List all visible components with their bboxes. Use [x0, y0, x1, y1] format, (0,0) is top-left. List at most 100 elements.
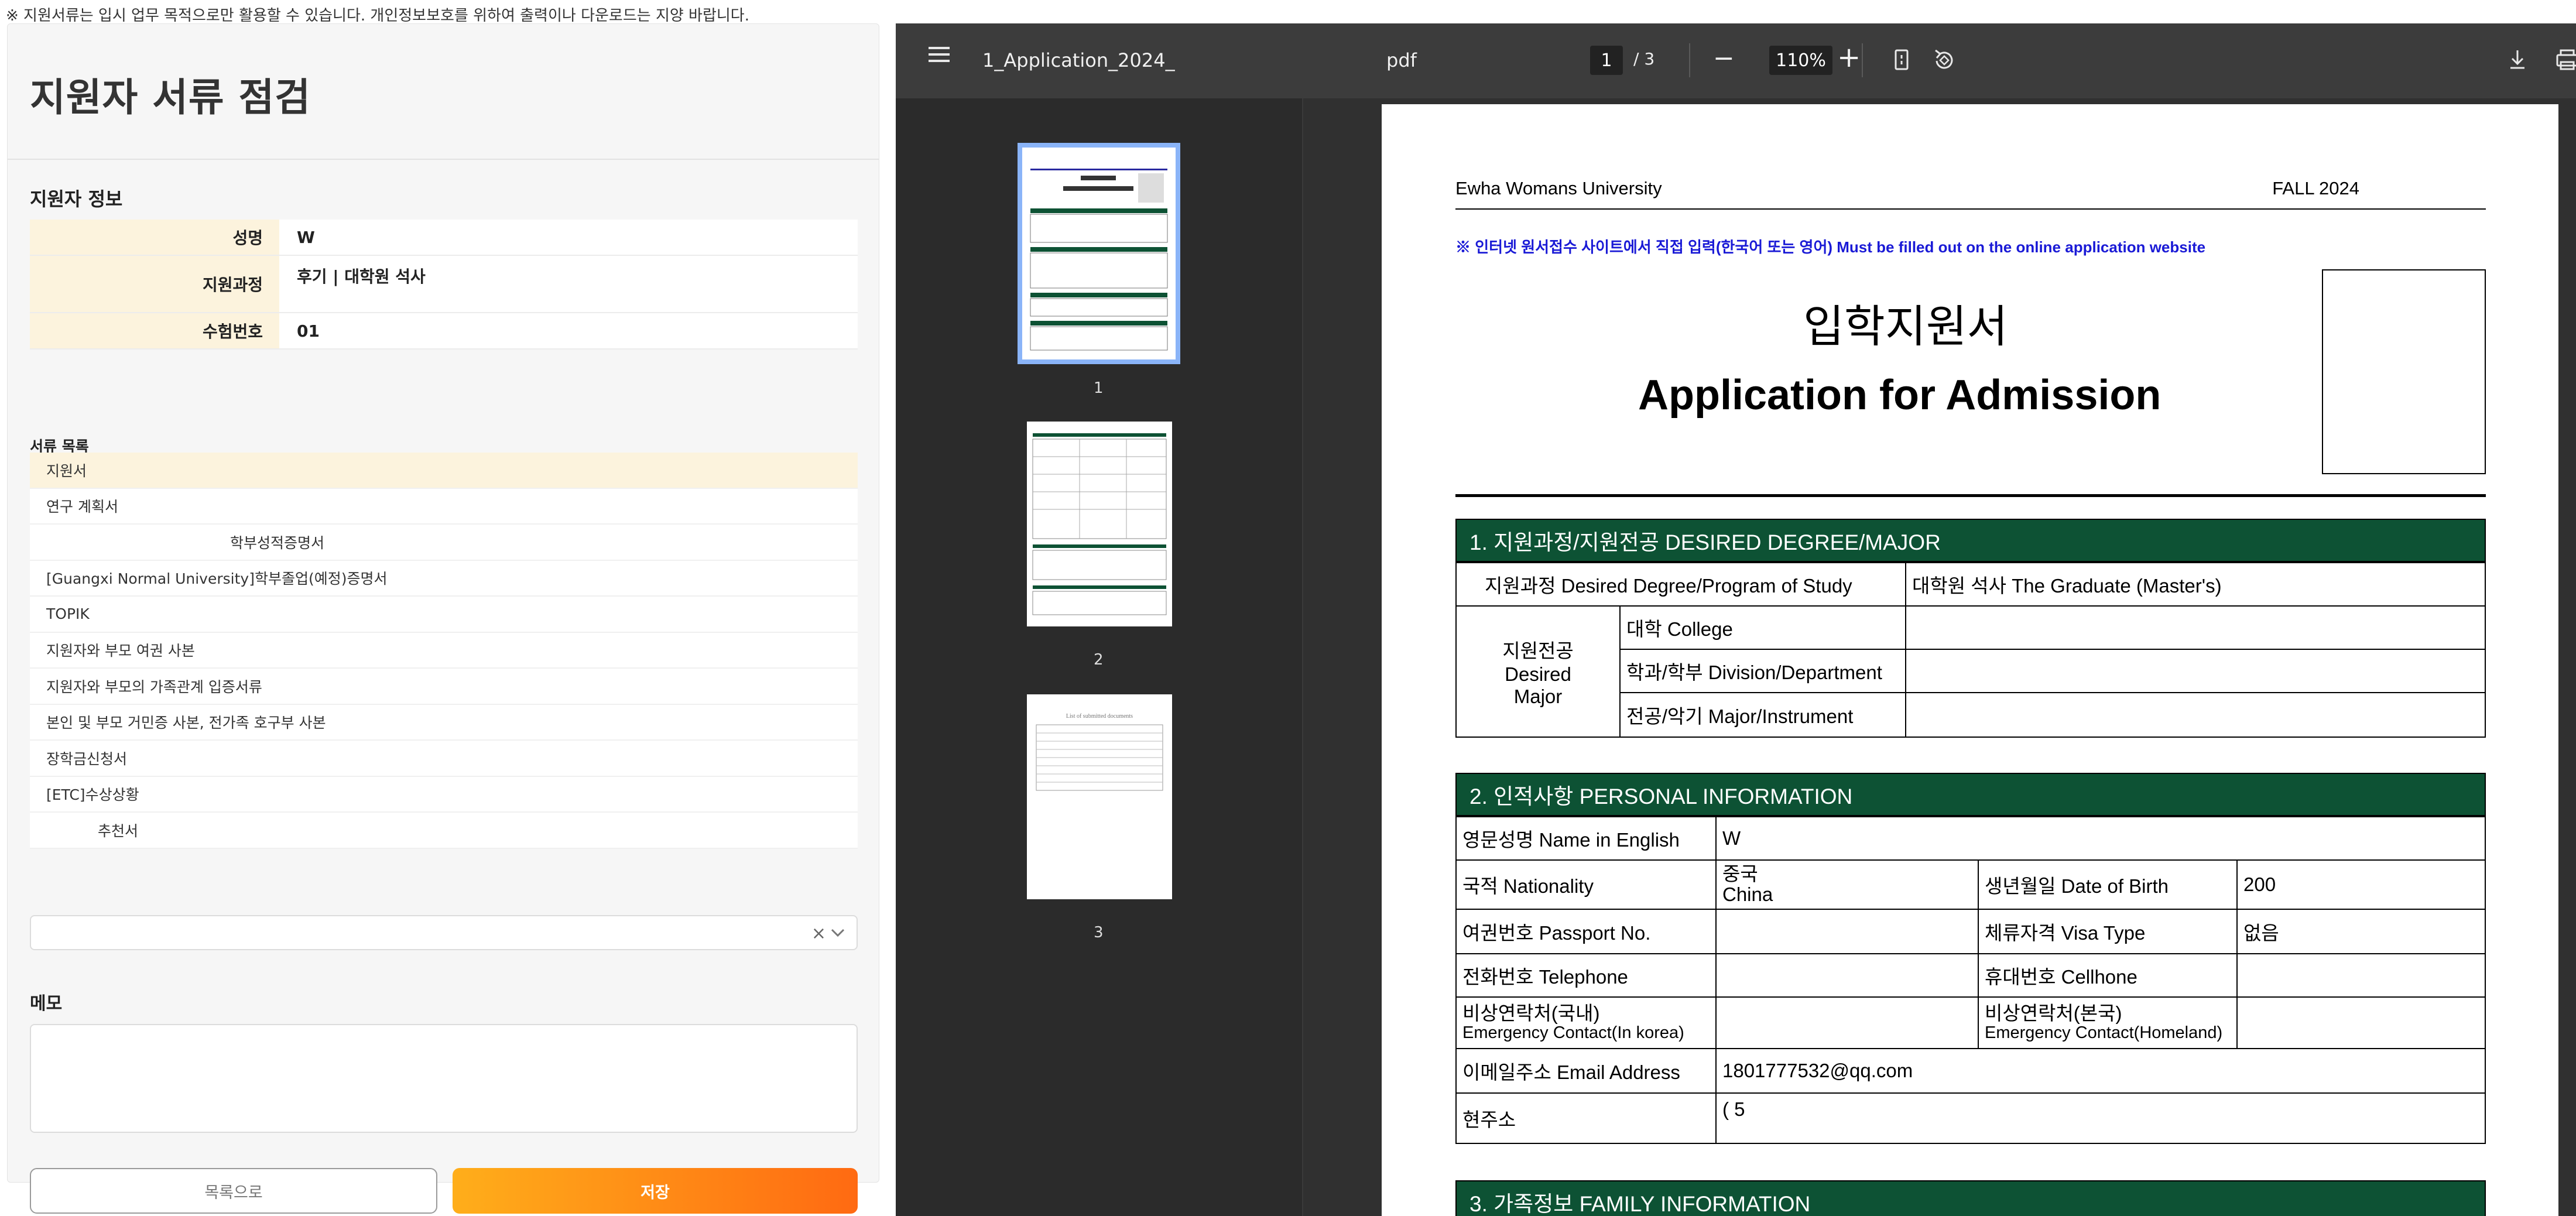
thumbnail-label: 1 [1094, 379, 1104, 397]
thumbnail-sidebar: 1 2 List of submitted documents 3 [896, 98, 1303, 1216]
info-row-exam-number: 수험번호 01 [30, 313, 858, 350]
section-header: 3. 가족정보 FAMILY INFORMATION [1455, 1180, 2486, 1216]
privacy-notice: ※ 지원서류는 입시 업무 목적으로만 활용할 수 있습니다. 개인정보보호를 … [6, 7, 749, 25]
info-row-program: 지원과정 후기 | 대학원 석사 [30, 256, 858, 313]
toolbar-divider [1862, 43, 1863, 77]
section-header: 1. 지원과정/지원전공 DESIRED DEGREE/MAJOR [1455, 519, 2486, 562]
form-label: Major [1513, 686, 1563, 707]
form-label: Desired [1505, 663, 1571, 685]
emergency-contact-korea-label: 비상연락처(국내) Emergency Contact(In korea) [1455, 996, 1717, 1049]
memo-textarea[interactable] [30, 1024, 858, 1133]
title-rule [1455, 494, 2486, 497]
list-item[interactable]: 학부성적증명서 [30, 525, 858, 561]
zoom-in-button[interactable]: + [1837, 41, 1861, 74]
form-value [1905, 605, 2486, 650]
info-value: W [279, 220, 858, 255]
form-label: 국적 Nationality [1455, 859, 1717, 910]
form-label: 휴대번호 Cellhone [1978, 953, 2238, 998]
form-value: 200 [2236, 859, 2486, 910]
form-value: China [1722, 883, 1773, 905]
list-item[interactable]: TOPIK [30, 597, 858, 633]
list-item[interactable]: 지원서 [30, 453, 858, 489]
list-item[interactable]: 지원자와 부모의 가족관계 입증서류 [30, 669, 858, 705]
viewer-toolbar: 1_Application_2024_ pdf 1 / 3 − 110% + [896, 23, 2576, 98]
thumbnail-preview [1030, 169, 1168, 351]
save-button[interactable]: 저장 [453, 1168, 858, 1214]
desired-major-label: 지원전공 Desired Major [1455, 605, 1621, 738]
form-value: 없음 [2236, 909, 2486, 954]
zoom-out-button[interactable]: − [1713, 43, 1735, 73]
form-label: 대학 College [1619, 605, 1906, 650]
list-item[interactable]: 장학금신청서 [30, 741, 858, 777]
page-thumbnail-1[interactable] [1018, 143, 1180, 364]
form-label: 전공/악기 Major/Instrument [1619, 692, 1906, 738]
form-label: 비상연락처(본국) [1985, 1002, 2122, 1025]
form-label: 영문성명 Name in English [1455, 816, 1717, 861]
list-item[interactable]: 지원자와 부모 여권 사본 [30, 632, 858, 669]
university-name: Ewha Womans University [1455, 178, 1662, 198]
page-number-input[interactable]: 1 [1590, 46, 1623, 75]
form-value: W [1715, 816, 2486, 861]
list-item[interactable]: 추천서 [30, 813, 858, 849]
form-label: Emergency Contact(Homeland) [1985, 1023, 2223, 1043]
page-title: 지원자 서류 점검 [30, 75, 311, 120]
list-item[interactable]: [ETC]수상상황 [30, 776, 858, 813]
pdf-viewer: 1_Application_2024_ pdf 1 / 3 − 110% + 1… [896, 23, 2576, 1216]
applicant-info-table: 성명 W 지원과정 후기 | 대학원 석사 수험번호 01 [30, 220, 858, 350]
rotate-icon[interactable] [1927, 43, 1960, 76]
header-rule [1455, 208, 2486, 210]
menu-icon[interactable] [929, 47, 950, 64]
fit-page-icon[interactable] [1885, 43, 1918, 76]
file-type: pdf [1386, 49, 1417, 71]
status-select[interactable]: × [30, 915, 858, 950]
form-label: 비상연락처(국내) [1462, 1002, 1600, 1025]
info-value: 후기 | 대학원 석사 [279, 256, 858, 312]
form-value: ( 5 [1715, 1092, 2486, 1144]
form-label: 여권번호 Passport No. [1455, 909, 1717, 954]
form-value: 중국 [1722, 863, 1758, 885]
download-icon[interactable] [2501, 43, 2534, 76]
chevron-down-icon[interactable] [830, 924, 846, 941]
form-label: 체류자격 Visa Type [1978, 909, 2238, 954]
form-value [1715, 953, 1979, 998]
page-thumbnail-2[interactable] [1027, 422, 1172, 626]
form-value [1905, 692, 2486, 738]
zoom-level-input[interactable]: 110% [1769, 46, 1832, 75]
info-value: 01 [279, 313, 858, 348]
form-value [2236, 953, 2486, 998]
form-value [1715, 996, 1979, 1049]
emergency-contact-homeland-label: 비상연락처(본국) Emergency Contact(Homeland) [1978, 996, 2238, 1049]
info-row-name: 성명 W [30, 220, 858, 256]
page-thumbnail-3[interactable]: List of submitted documents [1027, 694, 1172, 899]
clear-icon[interactable]: × [811, 923, 826, 944]
page-total: / 3 [1633, 49, 1655, 68]
memo-title: 메모 [30, 994, 63, 1014]
form-label: 전화번호 Telephone [1455, 953, 1717, 998]
form-label: 지원과정 Desired Degree/Program of Study [1455, 562, 1906, 607]
form-value: 대학원 석사 The Graduate (Master's) [1905, 562, 2486, 607]
list-item[interactable]: 본인 및 부모 거민증 사본, 전가족 호구부 사본 [30, 704, 858, 741]
form-value [2236, 996, 2486, 1049]
thumbnail-preview: List of submitted documents [1036, 713, 1163, 791]
photo-box [2322, 269, 2486, 474]
info-label: 수험번호 [30, 313, 279, 348]
form-value: 1801777532@qq.com [1715, 1048, 2486, 1094]
title-divider [8, 159, 879, 160]
section-header: 2. 인적사항 PERSONAL INFORMATION [1455, 773, 2486, 816]
list-item[interactable]: [Guangxi Normal University]학부졸업(예정)증명서 [30, 560, 858, 597]
form-label: 지원전공 [1502, 640, 1574, 662]
applicant-review-panel: 지원자 서류 점검 지원자 정보 성명 W 지원과정 후기 | 대학원 석사 수… [7, 23, 879, 1214]
list-item[interactable]: 연구 계획서 [30, 488, 858, 525]
form-value [1715, 909, 1979, 954]
admission-term: FALL 2024 [2272, 178, 2359, 198]
back-to-list-button[interactable]: 목록으로 [30, 1168, 437, 1214]
nationality-value: 중국 China [1715, 859, 1979, 910]
info-label: 성명 [30, 220, 279, 255]
form-title-korean: 입학지원서 [1803, 302, 2008, 352]
applicant-info-title: 지원자 정보 [30, 188, 123, 210]
form-label: 이메일주소 Email Address [1455, 1048, 1717, 1094]
info-label: 지원과정 [30, 256, 279, 312]
form-title-english: Application for Admission [1638, 372, 2161, 419]
print-icon[interactable] [2550, 43, 2576, 76]
form-label: 생년월일 Date of Birth [1978, 859, 2238, 910]
